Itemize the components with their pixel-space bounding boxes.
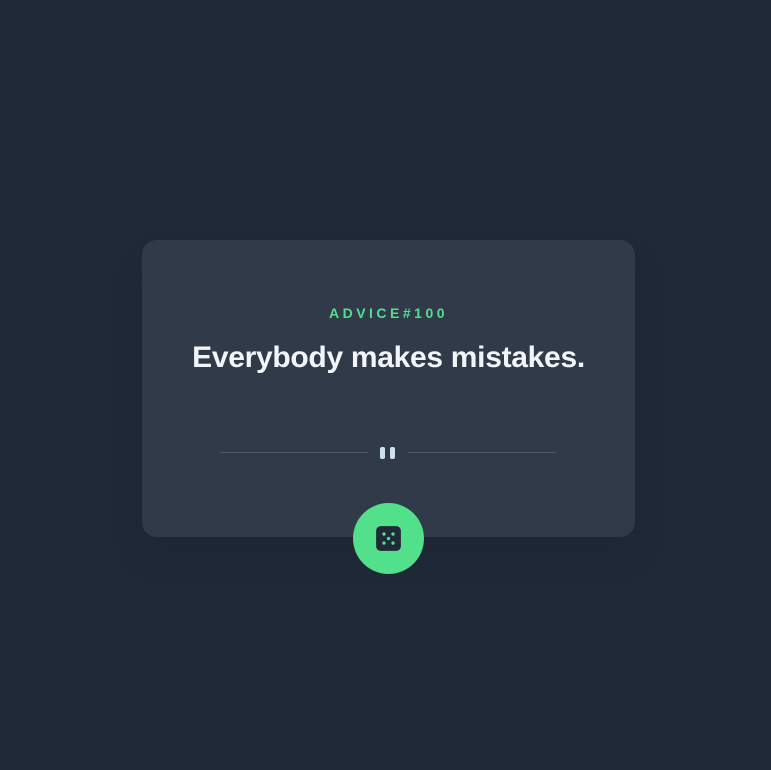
new-advice-button[interactable] <box>353 503 424 574</box>
advice-id-heading: ADVICE#100 <box>142 305 635 321</box>
advice-number: 100 <box>414 305 449 321</box>
pause-icon <box>380 447 396 459</box>
pause-bar <box>380 447 385 459</box>
dice-icon <box>376 526 401 551</box>
advice-separator: # <box>402 305 415 321</box>
advice-card: ADVICE#100 Everybody makes mistakes. <box>142 240 635 537</box>
pause-bar <box>390 447 395 459</box>
divider <box>220 446 556 460</box>
divider-line-right <box>408 452 556 453</box>
advice-label: ADVICE <box>328 305 403 321</box>
advice-quote: Everybody makes mistakes. <box>192 341 585 374</box>
divider-line-left <box>220 452 368 453</box>
page: ADVICE#100 Everybody makes mistakes. <box>0 0 771 770</box>
